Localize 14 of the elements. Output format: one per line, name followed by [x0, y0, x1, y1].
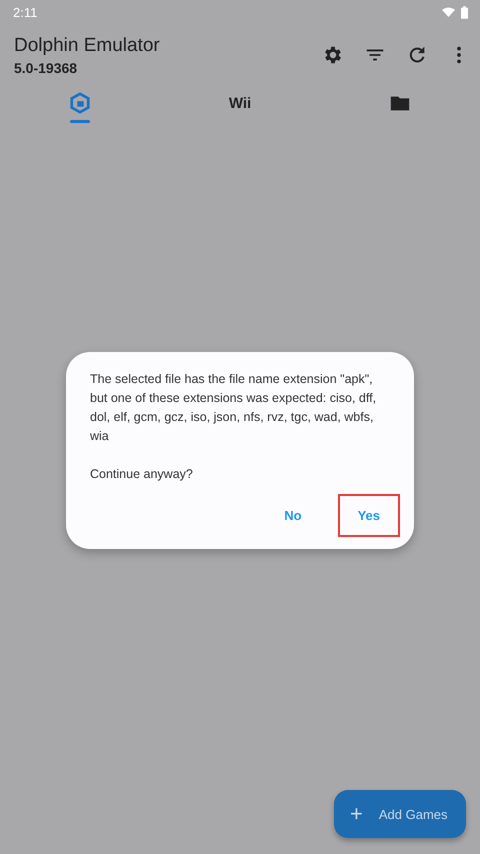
battery-icon [461, 6, 468, 18]
settings-icon[interactable] [322, 44, 344, 66]
tab-indicator [70, 120, 90, 123]
dialog-button[interactable]: No [266, 494, 320, 537]
dialog-question: Continue anyway? [90, 466, 194, 483]
dialog-message: The selected file has the file name extension "apk", but one of these extensions was expected: ciso, dff, dol, elf, gcm, gcz, iso, json, nfs, rvz, tgc, wad, wbfs, wia [90, 371, 378, 445]
tab[interactable]: Wii [224, 92, 256, 115]
app-version: 5.0-19368 [14, 60, 78, 76]
highlighted-button[interactable]: Yes [338, 494, 400, 537]
plus-icon: + [350, 803, 363, 825]
app-title: Dolphin Emulator [14, 34, 160, 56]
wifi-icon [442, 6, 455, 18]
add-games-button[interactable]: + Add Games [334, 790, 466, 838]
status-time: 2:11 [13, 4, 38, 20]
